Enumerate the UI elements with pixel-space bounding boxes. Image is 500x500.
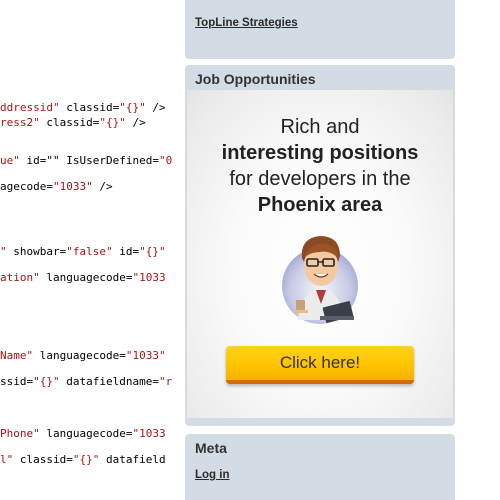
- job-ad-panel[interactable]: Rich and interesting positions for devel…: [187, 90, 453, 418]
- code-token: languagecode=: [33, 349, 126, 362]
- code-token: id="" IsUserDefined=: [19, 154, 159, 167]
- code-token: "1033: [132, 427, 166, 440]
- code-token: classid=: [59, 101, 120, 114]
- code-token: "r: [158, 375, 173, 388]
- code-token: "{}": [139, 245, 166, 258]
- code-line: ation" languagecode="1033: [0, 271, 166, 284]
- code-token: showbar=: [6, 245, 67, 258]
- code-token: languagecode=: [39, 427, 133, 440]
- code-token: id=: [112, 245, 140, 258]
- code-line: " showbar="false" id="{}": [0, 245, 166, 258]
- code-token: datafieldname=: [59, 375, 159, 388]
- code-line: ress2" classid="{}" />: [0, 116, 146, 129]
- developer-avatar-illustration: [282, 236, 358, 324]
- code-token: ue": [0, 154, 20, 167]
- sidebar: TopLine Strategies Job Opportunities Ric…: [176, 0, 500, 500]
- code-token: "0: [158, 154, 173, 167]
- code-token: "{}": [33, 375, 60, 388]
- click-here-button[interactable]: Click here!: [226, 346, 414, 384]
- code-token: languagecode=: [39, 271, 133, 284]
- code-token: agecode=: [0, 180, 53, 193]
- job-opportunities-widget: Job Opportunities Rich and interesting p…: [185, 65, 455, 426]
- code-line: ue" id="" IsUserDefined="0: [0, 154, 172, 167]
- code-token: "{}": [99, 116, 126, 129]
- code-token: Phone": [0, 427, 40, 440]
- code-token: ress2": [0, 116, 40, 129]
- code-editor-pane: ddressid" classid="{}" /> ress2" classid=…: [0, 0, 176, 500]
- code-token: "1033: [132, 271, 166, 284]
- code-token: ": [0, 245, 7, 258]
- code-line: Phone" languagecode="1033: [0, 427, 166, 440]
- sponsors-widget: TopLine Strategies: [185, 0, 455, 59]
- log-in-link[interactable]: Log in: [195, 469, 230, 481]
- code-line: agecode="1033" />: [0, 180, 113, 193]
- ad-line-1: Rich and: [280, 116, 360, 138]
- sponsor-link-topline[interactable]: TopLine Strategies: [195, 17, 298, 29]
- code-line: ddressid" classid="{}" />: [0, 101, 166, 114]
- widget-title-jobs: Job Opportunities: [195, 71, 316, 87]
- code-token: "1033": [52, 180, 93, 193]
- code-token: Name": [0, 349, 34, 362]
- code-token: "false": [66, 245, 113, 258]
- code-token: ssid=: [0, 375, 34, 388]
- ad-line-2: interesting positions: [221, 142, 419, 164]
- code-line: ssid="{}" datafieldname="r: [0, 375, 172, 388]
- widget-title-meta: Meta: [195, 440, 227, 456]
- code-token: datafield: [99, 453, 166, 466]
- code-token: classid=: [39, 116, 100, 129]
- ad-line-4: Phoenix area: [257, 194, 383, 216]
- code-token: />: [125, 116, 146, 129]
- code-token: />: [145, 101, 166, 114]
- code-token: ddressid": [0, 101, 60, 114]
- code-token: classid=: [13, 453, 73, 466]
- ad-line-3: for developers in the: [229, 168, 411, 190]
- code-token: l": [0, 453, 14, 466]
- code-line: l" classid="{}" datafield: [0, 453, 166, 466]
- code-token: "{}": [119, 101, 146, 114]
- code-token: ation": [0, 271, 40, 284]
- code-token: "1033": [125, 349, 166, 362]
- code-line: Name" languagecode="1033": [0, 349, 166, 362]
- code-token: />: [92, 180, 113, 193]
- meta-widget: Meta Log in: [185, 434, 455, 500]
- code-token: "{}": [72, 453, 100, 466]
